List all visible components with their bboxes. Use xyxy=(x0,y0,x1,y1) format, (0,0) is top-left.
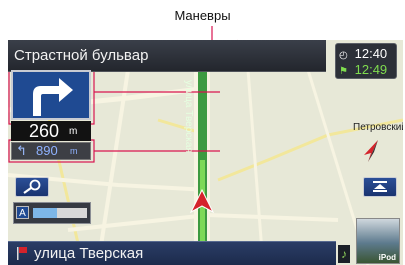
map-road-label: улица Тверская xyxy=(183,80,194,153)
ipod-label: iPod xyxy=(378,253,396,262)
current-street-name: Страстной бульвар xyxy=(14,47,149,64)
arrival-flag-icon: ⚑ xyxy=(339,66,348,77)
clock-row-current: ◴ 12:40 xyxy=(339,46,395,62)
next-maneuver[interactable]: ↰ 890 m xyxy=(11,142,91,160)
search-button[interactable] xyxy=(15,177,49,197)
maneuver-distance: 260 m xyxy=(11,121,91,141)
distance-value: 260 xyxy=(29,121,60,141)
reroute-button[interactable] xyxy=(363,177,397,197)
current-time: 12:40 xyxy=(354,46,388,61)
ipod-source-button[interactable]: iPod xyxy=(356,218,400,264)
zoom-scale[interactable]: A xyxy=(13,202,91,224)
clock-icon: ◴ xyxy=(339,50,348,61)
clock-panel[interactable]: ◴ 12:40 ⚑ 12:49 xyxy=(335,43,397,79)
music-note-icon: ♪ xyxy=(338,245,350,263)
next-street-name: улица Тверская xyxy=(34,245,144,262)
scale-fill xyxy=(33,208,58,218)
arrival-time: 12:49 xyxy=(354,62,388,77)
scale-auto-icon: A xyxy=(16,206,29,219)
current-street-bar: Страстной бульвар xyxy=(8,40,326,72)
callout-caption: Маневры xyxy=(174,8,231,23)
scale-bar xyxy=(33,208,87,218)
distance-unit: m xyxy=(69,126,78,137)
right-turn-arrow-icon xyxy=(33,78,73,116)
navigation-screen: улица Тверская Петровский п Страстной бу… xyxy=(8,40,403,265)
maneuver-box[interactable] xyxy=(11,70,91,120)
left-turn-arrow-icon: ↰ xyxy=(16,143,27,158)
street-info-bar: улица Тверская xyxy=(8,241,336,265)
next-distance-value: 890 xyxy=(36,143,58,158)
search-icon xyxy=(23,179,41,194)
next-distance-unit: m xyxy=(70,146,78,156)
route-icon xyxy=(373,181,387,192)
destination-flag-icon xyxy=(17,247,27,260)
map-street-label: Петровский п xyxy=(353,122,403,133)
clock-row-arrival: ⚑ 12:49 xyxy=(339,62,395,78)
